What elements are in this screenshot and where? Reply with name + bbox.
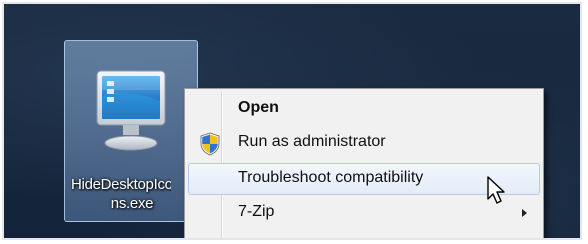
menu-item-open[interactable]: Open: [188, 93, 540, 125]
submenu-arrow-icon: [522, 209, 527, 217]
menu-item-open-label: Open: [238, 99, 279, 116]
menu-item-troubleshoot-compatibility-label: Troubleshoot compatibility: [238, 169, 424, 186]
uac-shield-icon: [200, 132, 220, 156]
desktop-icon-hidedesktopicons[interactable]: HideDesktopIco ns.exe: [64, 40, 198, 222]
menu-item-run-as-administrator[interactable]: Run as administrator: [188, 127, 540, 159]
desktop-icon-label-line1: HideDesktopIco: [71, 176, 171, 193]
menu-item-7-zip-label: 7-Zip: [238, 203, 275, 220]
desktop-icon-label: HideDesktopIco ns.exe: [65, 175, 199, 213]
desktop-icon-label-line2: ns.exe: [110, 195, 154, 212]
desktop-screenshot: HideDesktopIco ns.exe Open Run as admini…: [2, 2, 582, 240]
menu-item-run-as-administrator-label: Run as administrator: [238, 133, 386, 150]
mouse-pointer-icon: [487, 176, 505, 204]
context-menu: Open Run as administrator Troubleshoot c…: [184, 88, 544, 238]
monitor-icon: [96, 70, 166, 151]
